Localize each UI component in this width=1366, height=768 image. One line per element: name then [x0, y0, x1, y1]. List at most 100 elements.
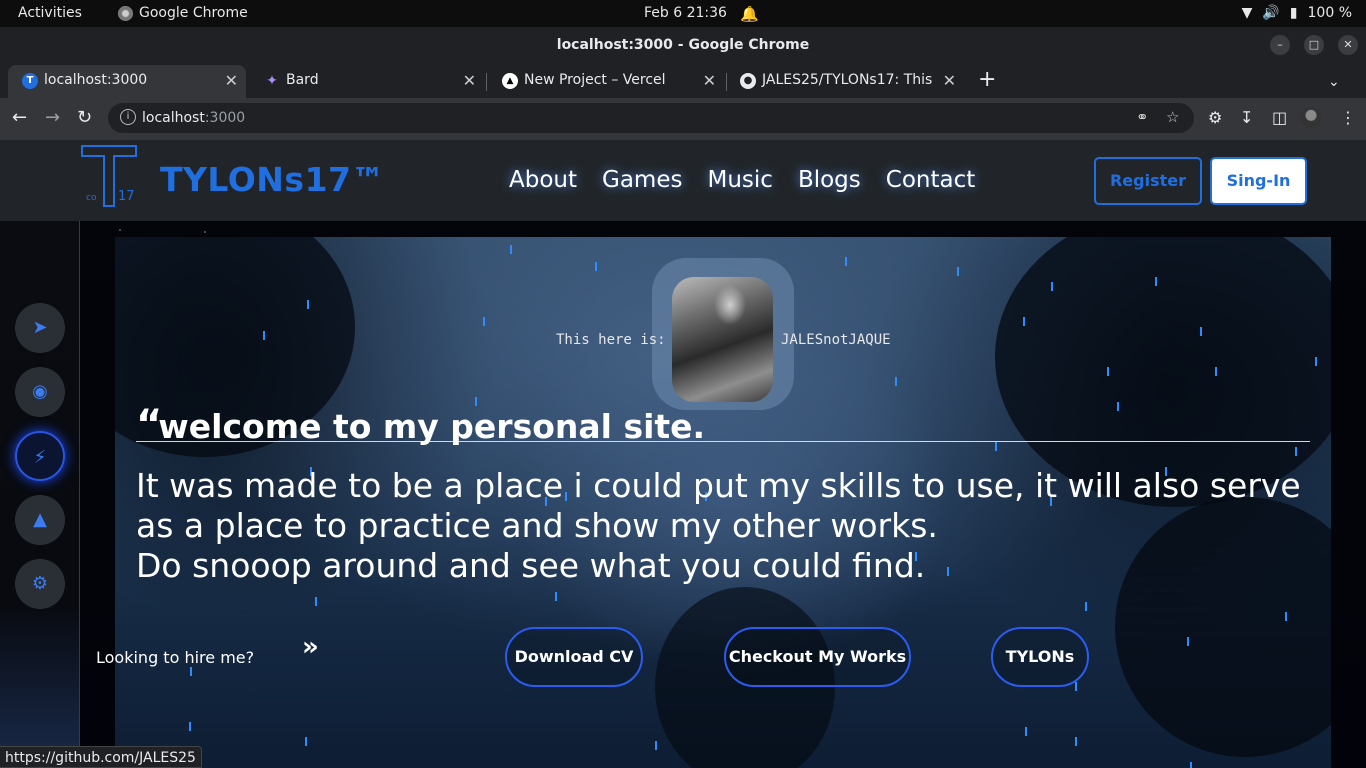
rain-drop	[1075, 682, 1077, 691]
app-menu[interactable]: Google Chrome	[118, 5, 248, 21]
rain-drop	[1023, 317, 1025, 326]
tab-close-icon[interactable]: ✕	[703, 65, 716, 96]
intro-line-1: It was made to be a place i could put my…	[136, 466, 1301, 545]
forward-button[interactable]: →	[45, 106, 60, 130]
address-bar[interactable]: i localhost:3000 ⚭ ☆	[108, 103, 1194, 133]
welcome-text: welcome to my personal site.	[158, 407, 706, 446]
side-panel-icon[interactable]: ◫	[1272, 108, 1287, 127]
tab-github[interactable]: ● JALES25/TYLONs17: This ✕	[726, 65, 964, 98]
maximize-button[interactable]: □	[1304, 35, 1324, 55]
brand-name[interactable]: TYLONs17™	[160, 160, 385, 199]
minimize-button[interactable]: –	[1270, 35, 1290, 55]
wifi-icon: ▼	[1241, 5, 1253, 21]
url-host: localhost	[142, 110, 205, 126]
signin-button[interactable]: Sing-In	[1210, 157, 1307, 205]
site-info-icon[interactable]: i	[120, 109, 136, 125]
intro-handle: JALESnotJAQUE	[781, 332, 891, 348]
site-header: co 17 TYLONs17™ About Games Music Blogs …	[0, 140, 1366, 221]
hire-prompt: Looking to hire me?	[96, 648, 255, 667]
web-page: co 17 TYLONs17™ About Games Music Blogs …	[0, 140, 1366, 768]
rain-drop	[189, 722, 191, 731]
battery-icon: ▮	[1289, 5, 1298, 21]
profile-avatar[interactable]	[1300, 107, 1322, 129]
chrome-icon	[118, 5, 133, 21]
vercel-triangle-icon: ▲	[502, 73, 518, 89]
tylons-favicon-icon: T	[22, 73, 38, 89]
intro-line-2: Do snooop around and see what you could …	[136, 546, 926, 585]
rain-drop	[305, 737, 307, 746]
bookmark-star-icon[interactable]: ☆	[1166, 108, 1179, 126]
clock[interactable]: Feb 6 21:36	[644, 5, 727, 21]
rain-drop	[1107, 367, 1109, 376]
tylons-logo-icon[interactable]: co 17	[78, 142, 140, 208]
register-button[interactable]: Register	[1094, 157, 1202, 205]
tab-close-icon[interactable]: ✕	[463, 65, 476, 96]
url-port: :3000	[204, 110, 246, 126]
tab-vercel[interactable]: ▲ New Project – Vercel ✕	[488, 65, 724, 98]
rain-drop	[510, 245, 512, 254]
rain-drop	[1200, 327, 1202, 336]
settings-gear-icon[interactable]: ⚙	[15, 559, 65, 609]
nav-about[interactable]: About	[509, 167, 577, 193]
volume-icon: 🔊	[1262, 5, 1280, 21]
rain-drop	[845, 257, 847, 266]
rain-drop	[1187, 637, 1189, 646]
intro-label: This here is:	[556, 332, 666, 348]
tab-close-icon[interactable]: ✕	[943, 65, 956, 96]
share-icon[interactable]: ⚭	[1136, 108, 1149, 126]
rain-drop	[895, 377, 897, 386]
nav-contact[interactable]: Contact	[886, 167, 975, 193]
rain-drop	[307, 300, 309, 309]
extensions-puzzle-icon[interactable]: ⚙	[1208, 108, 1222, 127]
tab-separator	[486, 73, 487, 91]
rain-drop	[1190, 762, 1192, 768]
globe-search-icon[interactable]: ◉	[15, 367, 65, 417]
window-titlebar: localhost:3000 - Google Chrome – □ ✕	[0, 27, 1366, 63]
github-icon: ●	[740, 73, 756, 89]
tab-search-chevron-icon[interactable]: ⌄	[1328, 67, 1340, 97]
tab-label: New Project – Vercel	[524, 72, 666, 88]
reload-button[interactable]: ↻	[77, 106, 92, 130]
rain-drop	[263, 331, 265, 340]
rain-drop	[1295, 447, 1297, 456]
robot-icon[interactable]: ▲	[15, 495, 65, 545]
intro-paragraph: It was made to be a place i could put my…	[136, 466, 1316, 586]
rain-drop	[1285, 612, 1287, 621]
close-window-button[interactable]: ✕	[1338, 35, 1358, 55]
rain-drop	[1075, 737, 1077, 746]
main-nav: About Games Music Blogs Contact	[509, 167, 1000, 193]
double-chevron-right-icon: »	[302, 632, 319, 662]
nav-music[interactable]: Music	[707, 167, 772, 193]
download-icon[interactable]: ↧	[1240, 108, 1253, 127]
nav-games[interactable]: Games	[602, 167, 682, 193]
new-tab-button[interactable]: +	[978, 65, 996, 95]
checkout-works-button[interactable]: Checkout My Works	[724, 627, 911, 687]
rain-drop	[655, 741, 657, 750]
tab-label: Bard	[286, 72, 319, 88]
rain-drop	[1155, 277, 1157, 286]
app-menu-label: Google Chrome	[139, 5, 248, 21]
address-url: localhost:3000	[142, 110, 245, 126]
system-tray[interactable]: ▼ 🔊 ▮ 100 %	[1242, 5, 1352, 21]
download-cv-button[interactable]: Download CV	[505, 627, 643, 687]
back-button[interactable]: ←	[12, 106, 27, 130]
activities-button[interactable]: Activities	[18, 5, 82, 21]
tab-localhost[interactable]: T localhost:3000 ✕	[8, 65, 246, 98]
chrome-menu-icon[interactable]: ⋮	[1340, 108, 1356, 127]
rain-drop	[1315, 357, 1317, 366]
rain-drop	[1215, 367, 1217, 376]
rain-drop	[957, 267, 959, 276]
logo-sub-left: co	[86, 193, 97, 203]
rain-drop	[1051, 282, 1053, 291]
nav-blogs[interactable]: Blogs	[798, 167, 861, 193]
lightning-icon[interactable]: ⚡	[15, 431, 65, 481]
rain-drop	[190, 667, 192, 676]
side-rail: ➤ ◉ ⚡ ▲ ⚙	[0, 221, 80, 768]
bell-icon: 🔔	[740, 5, 759, 23]
rain-drop	[1085, 602, 1087, 611]
tylons-button[interactable]: TYLONs	[991, 627, 1089, 687]
runner-icon[interactable]: ➤	[15, 303, 65, 353]
tab-close-icon[interactable]: ✕	[225, 65, 238, 96]
bard-sparkle-icon: ✦	[266, 73, 278, 89]
tab-bard[interactable]: ✦ Bard ✕	[250, 65, 484, 98]
